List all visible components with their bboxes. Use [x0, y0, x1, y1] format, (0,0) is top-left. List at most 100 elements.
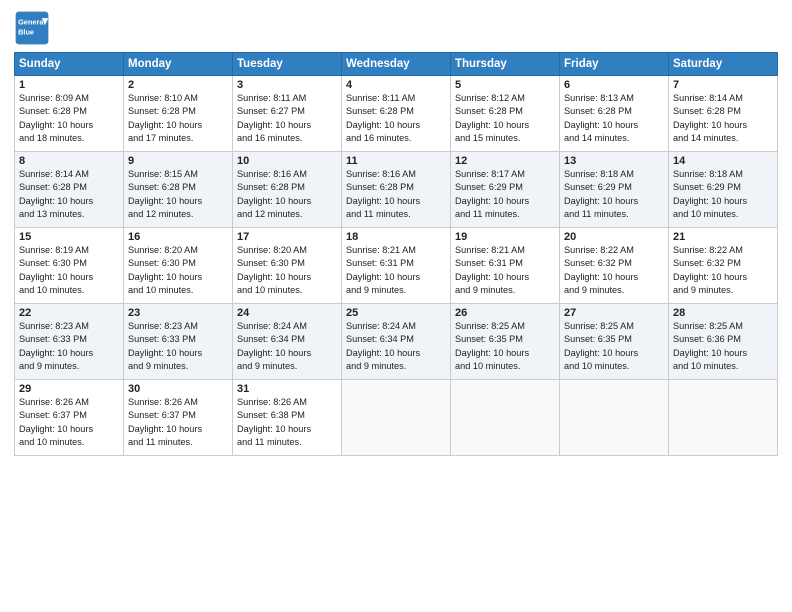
day-number: 1 [19, 79, 119, 91]
calendar-cell [669, 380, 778, 456]
calendar-cell: 15 Sunrise: 8:19 AM Sunset: 6:30 PM Dayl… [15, 228, 124, 304]
calendar-cell: 9 Sunrise: 8:15 AM Sunset: 6:28 PM Dayli… [124, 152, 233, 228]
calendar-cell: 22 Sunrise: 8:23 AM Sunset: 6:33 PM Dayl… [15, 304, 124, 380]
day-info: Sunrise: 8:18 AM Sunset: 6:29 PM Dayligh… [673, 169, 747, 219]
day-info: Sunrise: 8:23 AM Sunset: 6:33 PM Dayligh… [19, 321, 93, 371]
calendar-weekday-header: Thursday [451, 53, 560, 76]
calendar-cell: 7 Sunrise: 8:14 AM Sunset: 6:28 PM Dayli… [669, 76, 778, 152]
day-number: 27 [564, 307, 664, 319]
day-info: Sunrise: 8:19 AM Sunset: 6:30 PM Dayligh… [19, 245, 93, 295]
calendar-weekday-header: Tuesday [233, 53, 342, 76]
page: General Blue SundayMondayTuesdayWednesda… [0, 0, 792, 612]
calendar-cell [560, 380, 669, 456]
calendar-weekday-header: Monday [124, 53, 233, 76]
day-info: Sunrise: 8:25 AM Sunset: 6:35 PM Dayligh… [455, 321, 529, 371]
day-info: Sunrise: 8:18 AM Sunset: 6:29 PM Dayligh… [564, 169, 638, 219]
day-number: 22 [19, 307, 119, 319]
day-number: 19 [455, 231, 555, 243]
day-number: 30 [128, 383, 228, 395]
calendar-cell: 29 Sunrise: 8:26 AM Sunset: 6:37 PM Dayl… [15, 380, 124, 456]
day-number: 3 [237, 79, 337, 91]
calendar-cell: 26 Sunrise: 8:25 AM Sunset: 6:35 PM Dayl… [451, 304, 560, 380]
day-info: Sunrise: 8:20 AM Sunset: 6:30 PM Dayligh… [237, 245, 311, 295]
day-info: Sunrise: 8:26 AM Sunset: 6:37 PM Dayligh… [19, 397, 93, 447]
calendar-cell: 4 Sunrise: 8:11 AM Sunset: 6:28 PM Dayli… [342, 76, 451, 152]
day-number: 28 [673, 307, 773, 319]
day-info: Sunrise: 8:16 AM Sunset: 6:28 PM Dayligh… [237, 169, 311, 219]
calendar-cell: 3 Sunrise: 8:11 AM Sunset: 6:27 PM Dayli… [233, 76, 342, 152]
day-info: Sunrise: 8:09 AM Sunset: 6:28 PM Dayligh… [19, 93, 93, 143]
svg-text:General: General [18, 18, 45, 27]
day-number: 26 [455, 307, 555, 319]
day-number: 11 [346, 155, 446, 167]
calendar-body: 1 Sunrise: 8:09 AM Sunset: 6:28 PM Dayli… [15, 76, 778, 456]
calendar-cell: 11 Sunrise: 8:16 AM Sunset: 6:28 PM Dayl… [342, 152, 451, 228]
day-number: 25 [346, 307, 446, 319]
day-info: Sunrise: 8:25 AM Sunset: 6:36 PM Dayligh… [673, 321, 747, 371]
day-info: Sunrise: 8:10 AM Sunset: 6:28 PM Dayligh… [128, 93, 202, 143]
calendar-week-row: 22 Sunrise: 8:23 AM Sunset: 6:33 PM Dayl… [15, 304, 778, 380]
day-number: 2 [128, 79, 228, 91]
calendar-cell: 1 Sunrise: 8:09 AM Sunset: 6:28 PM Dayli… [15, 76, 124, 152]
day-number: 12 [455, 155, 555, 167]
day-number: 24 [237, 307, 337, 319]
calendar-cell: 5 Sunrise: 8:12 AM Sunset: 6:28 PM Dayli… [451, 76, 560, 152]
calendar-cell: 18 Sunrise: 8:21 AM Sunset: 6:31 PM Dayl… [342, 228, 451, 304]
day-info: Sunrise: 8:24 AM Sunset: 6:34 PM Dayligh… [346, 321, 420, 371]
day-number: 8 [19, 155, 119, 167]
day-info: Sunrise: 8:11 AM Sunset: 6:27 PM Dayligh… [237, 93, 311, 143]
calendar-cell: 25 Sunrise: 8:24 AM Sunset: 6:34 PM Dayl… [342, 304, 451, 380]
day-number: 9 [128, 155, 228, 167]
header: General Blue [14, 10, 778, 46]
calendar-cell: 24 Sunrise: 8:24 AM Sunset: 6:34 PM Dayl… [233, 304, 342, 380]
day-number: 17 [237, 231, 337, 243]
calendar-cell: 30 Sunrise: 8:26 AM Sunset: 6:37 PM Dayl… [124, 380, 233, 456]
calendar-cell: 31 Sunrise: 8:26 AM Sunset: 6:38 PM Dayl… [233, 380, 342, 456]
calendar-cell: 6 Sunrise: 8:13 AM Sunset: 6:28 PM Dayli… [560, 76, 669, 152]
day-info: Sunrise: 8:17 AM Sunset: 6:29 PM Dayligh… [455, 169, 529, 219]
day-number: 31 [237, 383, 337, 395]
logo: General Blue [14, 10, 54, 46]
day-info: Sunrise: 8:16 AM Sunset: 6:28 PM Dayligh… [346, 169, 420, 219]
svg-text:Blue: Blue [18, 28, 34, 37]
day-number: 18 [346, 231, 446, 243]
calendar-weekday-header: Friday [560, 53, 669, 76]
calendar-cell: 13 Sunrise: 8:18 AM Sunset: 6:29 PM Dayl… [560, 152, 669, 228]
calendar-week-row: 15 Sunrise: 8:19 AM Sunset: 6:30 PM Dayl… [15, 228, 778, 304]
day-info: Sunrise: 8:11 AM Sunset: 6:28 PM Dayligh… [346, 93, 420, 143]
calendar-cell: 16 Sunrise: 8:20 AM Sunset: 6:30 PM Dayl… [124, 228, 233, 304]
day-number: 4 [346, 79, 446, 91]
calendar-cell: 20 Sunrise: 8:22 AM Sunset: 6:32 PM Dayl… [560, 228, 669, 304]
day-number: 10 [237, 155, 337, 167]
day-info: Sunrise: 8:20 AM Sunset: 6:30 PM Dayligh… [128, 245, 202, 295]
calendar-cell: 21 Sunrise: 8:22 AM Sunset: 6:32 PM Dayl… [669, 228, 778, 304]
calendar-weekday-header: Wednesday [342, 53, 451, 76]
calendar-cell: 19 Sunrise: 8:21 AM Sunset: 6:31 PM Dayl… [451, 228, 560, 304]
day-info: Sunrise: 8:13 AM Sunset: 6:28 PM Dayligh… [564, 93, 638, 143]
day-info: Sunrise: 8:21 AM Sunset: 6:31 PM Dayligh… [455, 245, 529, 295]
calendar-cell: 12 Sunrise: 8:17 AM Sunset: 6:29 PM Dayl… [451, 152, 560, 228]
day-info: Sunrise: 8:22 AM Sunset: 6:32 PM Dayligh… [564, 245, 638, 295]
calendar-cell [451, 380, 560, 456]
day-number: 29 [19, 383, 119, 395]
day-number: 20 [564, 231, 664, 243]
day-number: 7 [673, 79, 773, 91]
day-info: Sunrise: 8:21 AM Sunset: 6:31 PM Dayligh… [346, 245, 420, 295]
day-number: 16 [128, 231, 228, 243]
calendar-weekday-header: Saturday [669, 53, 778, 76]
calendar-week-row: 1 Sunrise: 8:09 AM Sunset: 6:28 PM Dayli… [15, 76, 778, 152]
calendar-week-row: 8 Sunrise: 8:14 AM Sunset: 6:28 PM Dayli… [15, 152, 778, 228]
day-info: Sunrise: 8:15 AM Sunset: 6:28 PM Dayligh… [128, 169, 202, 219]
calendar-cell: 8 Sunrise: 8:14 AM Sunset: 6:28 PM Dayli… [15, 152, 124, 228]
calendar-cell: 10 Sunrise: 8:16 AM Sunset: 6:28 PM Dayl… [233, 152, 342, 228]
day-number: 15 [19, 231, 119, 243]
day-info: Sunrise: 8:14 AM Sunset: 6:28 PM Dayligh… [673, 93, 747, 143]
calendar-table: SundayMondayTuesdayWednesdayThursdayFrid… [14, 52, 778, 456]
calendar-cell [342, 380, 451, 456]
calendar-cell: 14 Sunrise: 8:18 AM Sunset: 6:29 PM Dayl… [669, 152, 778, 228]
calendar-cell: 23 Sunrise: 8:23 AM Sunset: 6:33 PM Dayl… [124, 304, 233, 380]
logo-icon: General Blue [14, 10, 50, 46]
day-number: 23 [128, 307, 228, 319]
day-info: Sunrise: 8:24 AM Sunset: 6:34 PM Dayligh… [237, 321, 311, 371]
calendar-cell: 17 Sunrise: 8:20 AM Sunset: 6:30 PM Dayl… [233, 228, 342, 304]
